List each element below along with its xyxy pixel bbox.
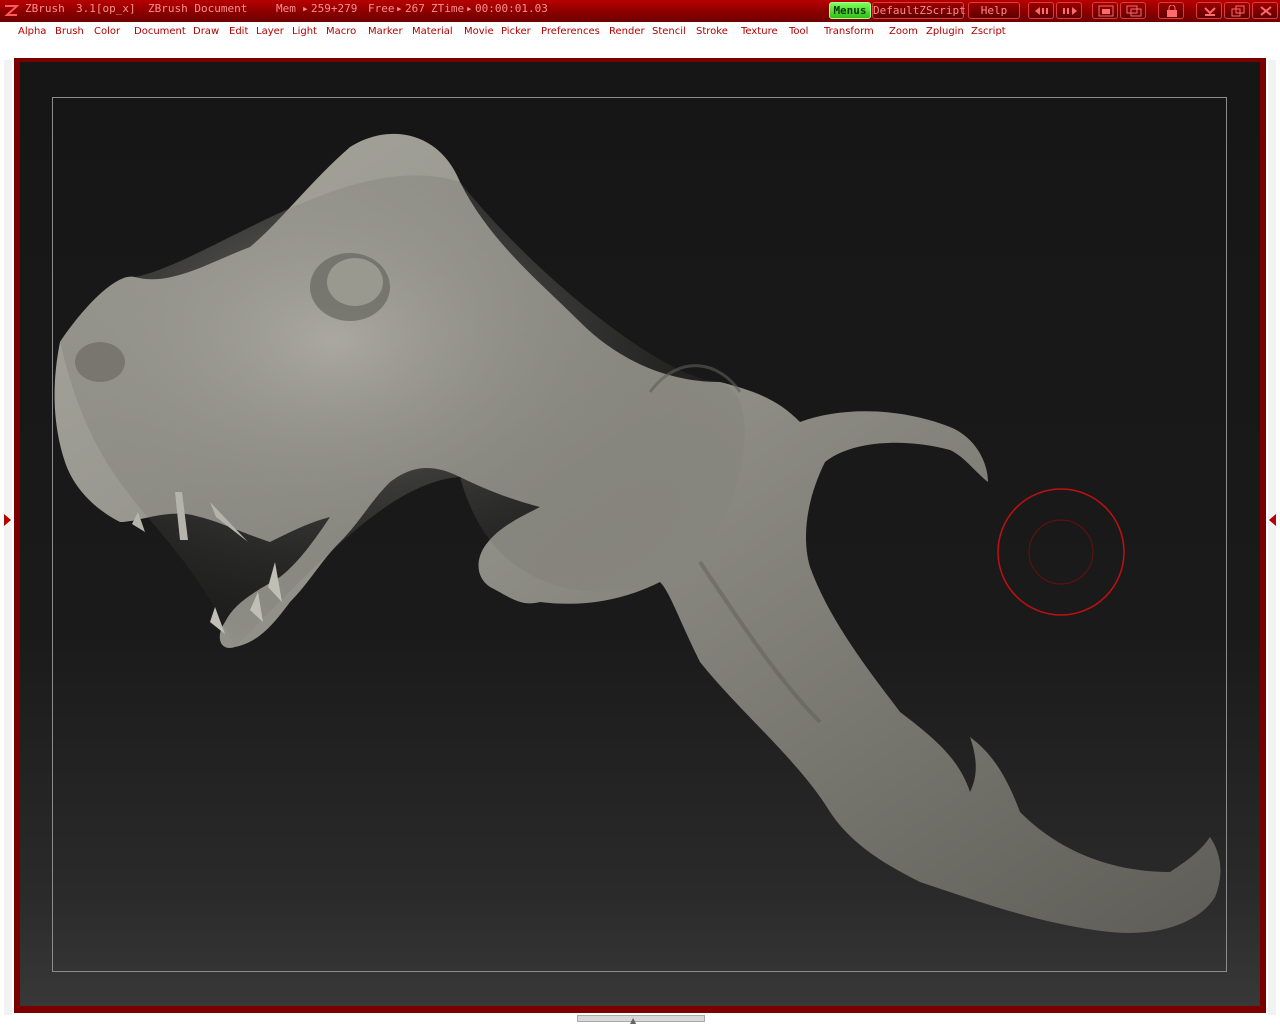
app-name: ZBrush — [25, 2, 65, 15]
menu-bar: Alpha Brush Color Document Draw Edit Lay… — [14, 22, 1266, 58]
menu-texture[interactable]: Texture — [741, 26, 778, 37]
menu-edit[interactable]: Edit — [229, 26, 248, 37]
menu-zoom[interactable]: Zoom — [889, 26, 918, 37]
right-tray-rail[interactable] — [1268, 60, 1276, 1015]
menu-draw[interactable]: Draw — [193, 26, 219, 37]
arrow-right-icon: ▸ — [396, 2, 403, 15]
menu-render[interactable]: Render — [609, 26, 645, 37]
menu-zscript[interactable]: Zscript — [971, 26, 1006, 37]
expand-right-tray-icon[interactable] — [1269, 514, 1276, 526]
minimize-icon[interactable] — [1196, 2, 1222, 19]
menu-stencil[interactable]: Stencil — [652, 26, 686, 37]
layout-2-icon[interactable] — [1120, 2, 1146, 19]
ztime-value: 00:00:01.03 — [475, 2, 548, 15]
menu-brush[interactable]: Brush — [55, 26, 84, 37]
menu-stroke[interactable]: Stroke — [696, 26, 728, 37]
menu-movie[interactable]: Movie — [464, 26, 494, 37]
menu-layer[interactable]: Layer — [256, 26, 284, 37]
help-button[interactable]: Help — [968, 2, 1020, 19]
menu-picker[interactable]: Picker — [501, 26, 531, 37]
menu-color[interactable]: Color — [94, 26, 120, 37]
brush-cursor-icon — [997, 488, 1125, 616]
zbrush-logo-icon[interactable] — [3, 3, 19, 19]
mem-value: 259+279 — [311, 2, 358, 15]
menu-document[interactable]: Document — [134, 26, 186, 37]
arrow-right-icon: ▸ — [302, 2, 309, 15]
menus-button[interactable]: Menus — [829, 2, 871, 19]
left-tray-rail[interactable] — [4, 60, 12, 1015]
default-zscript-button[interactable]: DefaultZScript — [872, 2, 966, 19]
menu-preferences[interactable]: Preferences — [541, 26, 600, 37]
lock-icon[interactable] — [1158, 2, 1184, 19]
menu-marker[interactable]: Marker — [368, 26, 403, 37]
menu-zplugin[interactable]: Zplugin — [926, 26, 964, 37]
menu-material[interactable]: Material — [412, 26, 453, 37]
arrow-right-icon: ▸ — [466, 2, 473, 15]
title-bar: ZBrush 3.1[op_x] ZBrush Document Mem ▸ 2… — [0, 0, 1280, 22]
free-label: Free — [368, 2, 395, 15]
restore-icon[interactable] — [1224, 2, 1250, 19]
close-icon[interactable] — [1252, 2, 1278, 19]
expand-left-tray-icon[interactable] — [4, 514, 11, 526]
scroll-right-icon[interactable] — [1056, 2, 1082, 19]
scroll-left-icon[interactable] — [1028, 2, 1054, 19]
app-version: 3.1[op_x] — [76, 2, 136, 15]
menu-tool[interactable]: Tool — [789, 26, 808, 37]
mem-label: Mem — [276, 2, 296, 15]
menu-light[interactable]: Light — [292, 26, 317, 37]
layout-1-icon[interactable] — [1092, 2, 1118, 19]
menu-transform[interactable]: Transform — [824, 26, 874, 37]
menu-macro[interactable]: Macro — [326, 26, 356, 37]
document-name: ZBrush Document — [148, 2, 248, 15]
menu-alpha[interactable]: Alpha — [18, 26, 46, 37]
bottom-tray-handle[interactable] — [577, 1015, 705, 1022]
free-value: 267 — [405, 2, 425, 15]
ztime-label: ZTime — [431, 2, 465, 15]
